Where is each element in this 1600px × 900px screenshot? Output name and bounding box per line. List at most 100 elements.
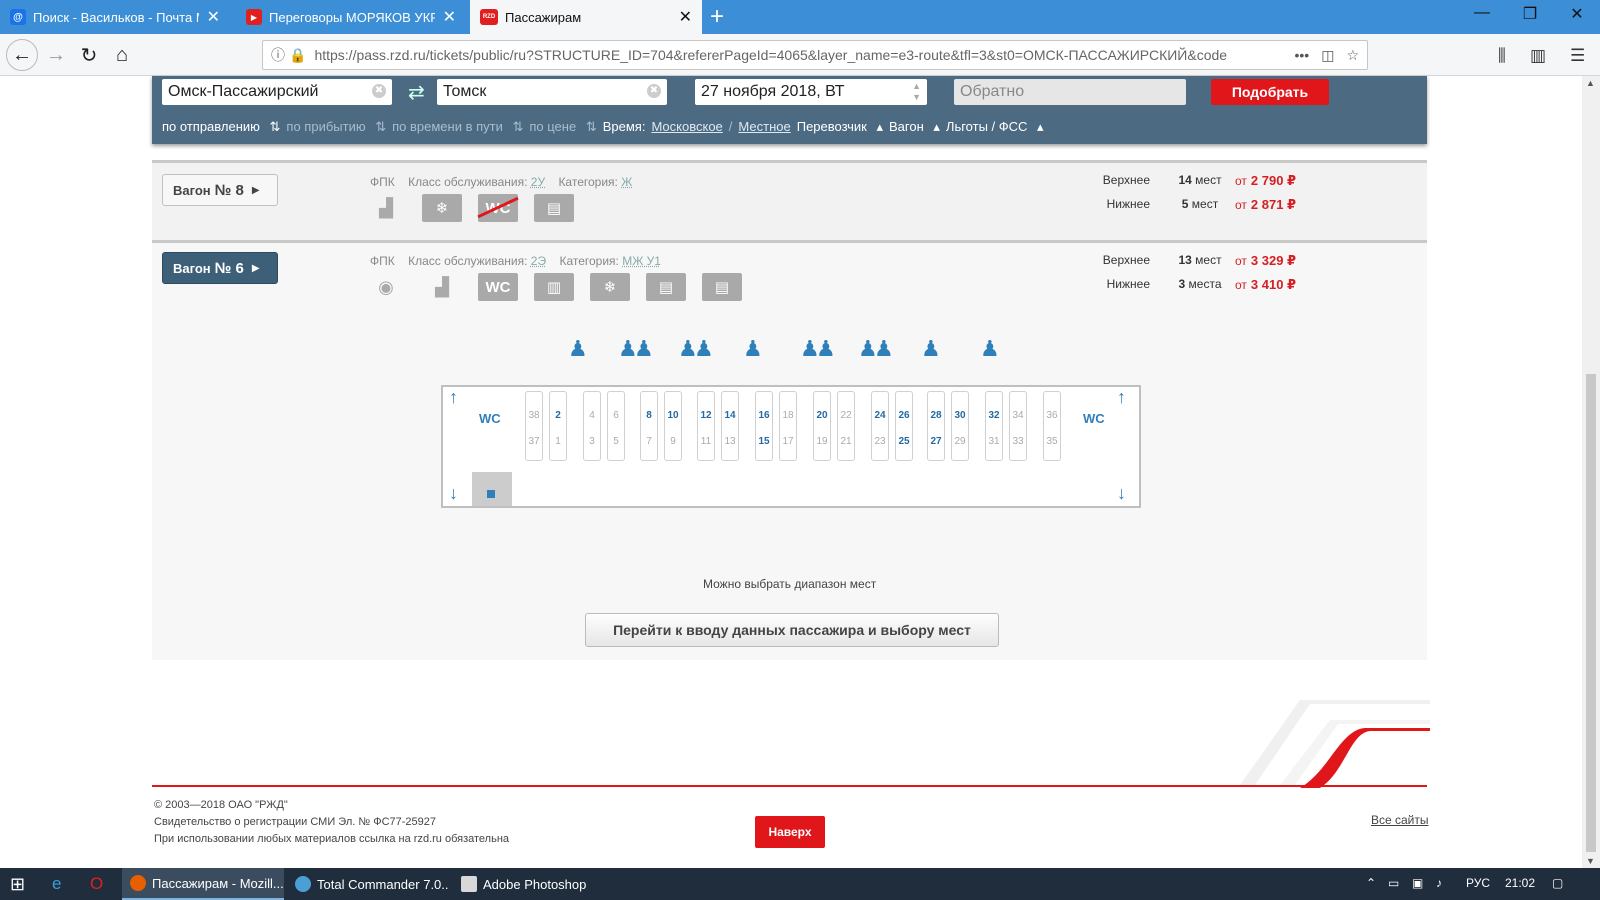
notifications-icon[interactable]: ▢ bbox=[1552, 876, 1563, 890]
seat-upper[interactable]: 18 bbox=[780, 410, 796, 421]
seat-lower[interactable]: 17 bbox=[780, 436, 796, 447]
seat-upper[interactable]: 2 bbox=[550, 410, 566, 421]
seat-column[interactable]: 22 21 bbox=[837, 391, 855, 461]
swap-icon[interactable]: ⇄ bbox=[408, 80, 425, 105]
page-scrollbar[interactable]: ▲ ▼ bbox=[1582, 76, 1600, 868]
new-tab-icon[interactable]: + bbox=[710, 3, 724, 31]
network-icon[interactable]: ▣ bbox=[1412, 876, 1423, 890]
upper-seats-row[interactable]: Верхнее 13 мест от 3 329 ₽ bbox=[1070, 253, 1310, 273]
seat-lower[interactable]: 1 bbox=[550, 436, 566, 447]
seat-column[interactable]: 43 bbox=[583, 391, 601, 461]
seat-lower[interactable]: 35 bbox=[1044, 436, 1060, 447]
seat-column[interactable]: 87 bbox=[640, 391, 658, 461]
tray-expand-icon[interactable]: ⌃ bbox=[1366, 876, 1376, 890]
seat-column[interactable]: 16 15 bbox=[755, 391, 773, 461]
wagon-filter[interactable]: Вагон ▴ bbox=[889, 119, 940, 135]
clock[interactable]: 21:02 bbox=[1505, 876, 1535, 890]
scroll-up-icon[interactable]: ▲ bbox=[1586, 78, 1595, 88]
seat-lower[interactable]: 23 bbox=[872, 436, 888, 447]
seat-column[interactable]: 26 25 bbox=[895, 391, 913, 461]
scrollbar-thumb[interactable] bbox=[1586, 374, 1596, 852]
seat-upper[interactable]: 12 bbox=[698, 410, 714, 421]
volume-icon[interactable]: ♪ bbox=[1436, 876, 1442, 890]
time-local-link[interactable]: Местное bbox=[738, 119, 790, 135]
seat-upper[interactable]: 32 bbox=[986, 410, 1002, 421]
upper-seats-row[interactable]: Верхнее 14 мест от 2 790 ₽ bbox=[1070, 173, 1310, 193]
library-icon[interactable]: ⫼ bbox=[1498, 46, 1506, 66]
info-icon[interactable]: ⓘ bbox=[271, 45, 285, 65]
class-value[interactable]: 2Э bbox=[531, 254, 546, 268]
seat-lower[interactable]: 25 bbox=[896, 436, 912, 447]
date-stepper-icon[interactable]: ▲ ▼ bbox=[912, 81, 921, 103]
seat-column[interactable]: 20 19 bbox=[813, 391, 831, 461]
carrier-filter[interactable]: Перевозчик ▴ bbox=[797, 119, 883, 135]
to-station-input[interactable]: Томск ✖ bbox=[437, 79, 667, 105]
seat-column[interactable]: 34 33 bbox=[1009, 391, 1027, 461]
seat-upper[interactable]: 36 bbox=[1044, 410, 1060, 421]
window-close-icon[interactable]: ✕ bbox=[1557, 4, 1597, 24]
sort-departure[interactable]: по отправлению ⇅ bbox=[162, 119, 280, 135]
seat-column[interactable]: 65 bbox=[607, 391, 625, 461]
back-icon[interactable]: ← bbox=[6, 39, 38, 71]
seat-column[interactable]: 24 23 bbox=[871, 391, 889, 461]
seat-upper[interactable]: 16 bbox=[756, 410, 772, 421]
seat-lower[interactable]: 3 bbox=[584, 436, 600, 447]
seat-upper[interactable]: 24 bbox=[872, 410, 888, 421]
url-bar[interactable]: ⓘ 🔒 https://pass.rzd.ru/tickets/public/r… bbox=[262, 40, 1368, 70]
pocket-icon[interactable]: ◫ bbox=[1321, 47, 1334, 64]
time-moscow-link[interactable]: Московское bbox=[651, 119, 722, 135]
menu-icon[interactable]: ☰ bbox=[1570, 46, 1585, 66]
seat-upper[interactable]: 34 bbox=[1010, 410, 1026, 421]
scroll-down-icon[interactable]: ▼ bbox=[1586, 856, 1595, 866]
tab-passengers[interactable]: RZD Пассажирам ✕ bbox=[470, 0, 702, 34]
proceed-button[interactable]: Перейти к вводу данных пассажира и выбор… bbox=[585, 613, 999, 647]
seat-upper[interactable]: 28 bbox=[928, 410, 944, 421]
seat-lower[interactable]: 33 bbox=[1010, 436, 1026, 447]
seat-lower[interactable]: 9 bbox=[665, 436, 681, 447]
wagon-toggle-button[interactable]: Вагон № 6 ▶ bbox=[162, 252, 278, 284]
sidebar-icon[interactable]: ▥ bbox=[1530, 46, 1546, 66]
seat-column[interactable]: 18 17 bbox=[779, 391, 797, 461]
tab-mail[interactable]: @ Поиск - Васильков - Почта М ✕ bbox=[0, 0, 230, 34]
taskbar-app-total-commander[interactable]: Total Commander 7.0... bbox=[287, 868, 449, 900]
minimize-icon[interactable]: — bbox=[1462, 4, 1502, 22]
seat-upper[interactable]: 30 bbox=[952, 410, 968, 421]
seat-lower[interactable]: 5 bbox=[608, 436, 624, 447]
edge-icon[interactable]: e bbox=[52, 874, 61, 894]
category-value[interactable]: МЖ У1 bbox=[622, 254, 661, 268]
windows-start-icon[interactable]: ⊞ bbox=[10, 874, 25, 895]
sort-arrival[interactable]: по прибытию ⇅ bbox=[286, 119, 386, 135]
lower-seats-row[interactable]: Нижнее 5 мест от 2 871 ₽ bbox=[1070, 197, 1310, 217]
close-icon[interactable]: ✕ bbox=[443, 7, 456, 27]
lower-seats-row[interactable]: Нижнее 3 места от 3 410 ₽ bbox=[1070, 277, 1310, 297]
seat-lower[interactable]: 31 bbox=[986, 436, 1002, 447]
seat-upper[interactable]: 8 bbox=[641, 410, 657, 421]
sort-price[interactable]: по цене ⇅ bbox=[529, 119, 596, 135]
tab-youtube[interactable]: ▶ Переговоры МОРЯКОВ УКРА ✕ bbox=[236, 0, 466, 34]
seat-lower[interactable]: 21 bbox=[838, 436, 854, 447]
close-icon[interactable]: ✕ bbox=[207, 7, 220, 27]
scroll-top-button[interactable]: Наверх bbox=[755, 816, 825, 848]
taskbar-app-firefox[interactable]: Пассажирам - Mozill... bbox=[122, 868, 284, 900]
seat-upper[interactable]: 38 bbox=[526, 410, 542, 421]
seat-column[interactable]: 32 31 bbox=[985, 391, 1003, 461]
seat-column[interactable]: 28 27 bbox=[927, 391, 945, 461]
return-date-input[interactable]: Обратно bbox=[954, 79, 1186, 105]
seat-lower[interactable]: 11 bbox=[698, 436, 714, 447]
seat-upper[interactable]: 14 bbox=[722, 410, 738, 421]
class-value[interactable]: 2У bbox=[531, 175, 545, 189]
sort-travel-time[interactable]: по времени в пути ⇅ bbox=[392, 119, 523, 135]
home-icon[interactable]: ⌂ bbox=[109, 42, 135, 68]
all-sites-link[interactable]: Все сайты bbox=[1371, 813, 1429, 827]
reload-icon[interactable]: ↻ bbox=[76, 42, 102, 68]
seat-column[interactable]: 38 37 bbox=[525, 391, 543, 461]
seat-upper[interactable]: 10 bbox=[665, 410, 681, 421]
seat-upper[interactable]: 26 bbox=[896, 410, 912, 421]
seat-lower[interactable]: 7 bbox=[641, 436, 657, 447]
seat-upper[interactable]: 6 bbox=[608, 410, 624, 421]
seat-column[interactable]: 21 bbox=[549, 391, 567, 461]
seat-column[interactable]: 10 9 bbox=[664, 391, 682, 461]
find-button[interactable]: Подобрать bbox=[1211, 79, 1329, 105]
date-input[interactable]: 27 ноября 2018, ВТ ▲ ▼ bbox=[695, 79, 927, 105]
seat-upper[interactable]: 22 bbox=[838, 410, 854, 421]
